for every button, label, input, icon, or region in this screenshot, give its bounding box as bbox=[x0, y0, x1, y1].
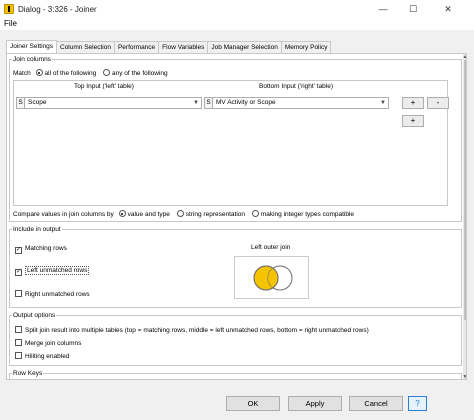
checkmark-icon: ✓ bbox=[15, 247, 22, 254]
row-keys-legend: Row Keys bbox=[13, 370, 43, 377]
output-options-legend: Output options bbox=[13, 312, 56, 319]
left-unmatched-label: Left unmatched rows bbox=[25, 266, 90, 275]
compare-label: Compare values in join columns by bbox=[13, 211, 114, 218]
empty-checkbox-icon bbox=[15, 352, 22, 359]
right-unmatched-label: Right unmatched rows bbox=[25, 291, 90, 298]
scrollbar-thumb[interactable] bbox=[464, 60, 466, 320]
hiliting-label: Hiliting enabled bbox=[25, 353, 70, 360]
include-output-legend: Include in output bbox=[13, 226, 61, 233]
add-row-button[interactable]: + bbox=[402, 115, 424, 127]
compare-value-type-radio[interactable]: value and type bbox=[118, 210, 170, 218]
merge-join-columns-label: Merge join columns bbox=[25, 340, 82, 347]
knime-app-icon bbox=[4, 4, 14, 14]
chevron-down-icon: ▼ bbox=[380, 100, 386, 106]
tab-joiner-settings[interactable]: Joiner Settings bbox=[6, 40, 57, 53]
radio-selected-icon bbox=[35, 69, 43, 76]
compare-integer-label: making integer types compatible bbox=[260, 211, 355, 218]
right-column-select[interactable]: S MV Activity or Scope ▼ bbox=[204, 97, 389, 109]
radio-unselected-icon bbox=[251, 210, 259, 217]
left-unmatched-checkbox[interactable]: ✓ Left unmatched rows bbox=[15, 266, 90, 276]
settings-panel: Join columns Match all of the following … bbox=[6, 53, 467, 380]
string-type-icon: S bbox=[17, 98, 25, 108]
radio-unselected-icon bbox=[176, 210, 184, 217]
matching-rows-label: Matching rows bbox=[25, 245, 67, 252]
add-after-row-button[interactable]: + bbox=[402, 97, 424, 109]
checkmark-icon: ✓ bbox=[15, 269, 22, 276]
tab-column-selection[interactable]: Column Selection bbox=[56, 41, 115, 53]
empty-checkbox-icon bbox=[15, 339, 22, 346]
window-title: Dialog - 3:326 - Joiner bbox=[18, 4, 97, 14]
radio-selected-icon bbox=[118, 210, 126, 217]
join-columns-legend: Join columns bbox=[13, 56, 51, 63]
matching-rows-checkbox[interactable]: ✓ Matching rows bbox=[15, 245, 67, 254]
close-button[interactable]: ✕ bbox=[435, 0, 461, 18]
remove-row-button[interactable]: - bbox=[427, 97, 449, 109]
row-keys-group: Row Keys bbox=[9, 370, 462, 379]
radio-unselected-icon bbox=[103, 69, 110, 76]
match-row: Match all of the following any of the fo… bbox=[13, 69, 168, 77]
match-all-radio[interactable]: all of the following bbox=[35, 69, 97, 77]
help-button[interactable]: ? bbox=[408, 396, 427, 411]
menu-file[interactable]: File bbox=[4, 19, 17, 28]
compare-row: Compare values in join columns by value … bbox=[13, 210, 354, 218]
right-unmatched-checkbox[interactable]: Right unmatched rows bbox=[15, 290, 90, 298]
compare-string-radio[interactable]: string representation bbox=[176, 210, 245, 218]
join-columns-table: Top Input ('left' table) Bottom Input ('… bbox=[13, 80, 449, 206]
hiliting-checkbox[interactable]: Hiliting enabled bbox=[15, 352, 69, 360]
join-type-label: Left outer join bbox=[251, 244, 291, 251]
join-venn-diagram bbox=[234, 256, 309, 299]
empty-checkbox-icon bbox=[15, 326, 22, 333]
match-all-label: all of the following bbox=[44, 70, 97, 77]
merge-join-columns-checkbox[interactable]: Merge join columns bbox=[15, 339, 81, 347]
match-any-label: any of the following bbox=[112, 70, 168, 77]
right-column-value: MV Activity or Scope bbox=[216, 99, 276, 106]
compare-integer-radio[interactable]: making integer types compatible bbox=[251, 210, 355, 218]
chevron-down-icon: ▼ bbox=[193, 100, 199, 106]
tab-performance[interactable]: Performance bbox=[113, 41, 160, 53]
cancel-button[interactable]: Cancel bbox=[349, 396, 403, 411]
menu-bar: File bbox=[0, 18, 474, 30]
apply-button[interactable]: Apply bbox=[288, 396, 342, 411]
scroll-up-icon[interactable]: ▲ bbox=[462, 54, 466, 60]
left-column-select[interactable]: S Scope ▼ bbox=[16, 97, 202, 109]
match-any-radio[interactable]: any of the following bbox=[103, 69, 168, 77]
compare-string-label: string representation bbox=[185, 211, 245, 218]
bottom-input-header: Bottom Input ('right' table) bbox=[259, 83, 334, 90]
split-output-checkbox[interactable]: Split join result into multiple tables (… bbox=[15, 326, 369, 334]
joiner-dialog: Dialog - 3:326 - Joiner — ☐ ✕ File Joine… bbox=[0, 0, 474, 420]
string-type-icon: S bbox=[205, 98, 213, 108]
minimize-button[interactable]: — bbox=[370, 0, 396, 18]
tab-memory-policy[interactable]: Memory Policy bbox=[280, 41, 332, 53]
venn-icon bbox=[253, 265, 293, 291]
top-input-header: Top Input ('left' table) bbox=[74, 83, 134, 90]
empty-checkbox-icon bbox=[15, 290, 22, 297]
left-column-value: Scope bbox=[28, 99, 47, 106]
maximize-button[interactable]: ☐ bbox=[400, 0, 426, 18]
split-output-label: Split join result into multiple tables (… bbox=[25, 327, 369, 334]
match-label: Match bbox=[13, 70, 31, 77]
title-bar[interactable]: Dialog - 3:326 - Joiner — ☐ ✕ bbox=[0, 0, 474, 18]
tab-job-manager-selection[interactable]: Job Manager Selection bbox=[207, 41, 282, 53]
scroll-down-icon[interactable]: ▼ bbox=[462, 374, 466, 379]
tab-strip: Joiner Settings Column Selection Perform… bbox=[6, 40, 332, 53]
ok-button[interactable]: OK bbox=[226, 396, 280, 411]
tab-flow-variables[interactable]: Flow Variables bbox=[158, 41, 209, 53]
compare-value-type-label: value and type bbox=[127, 211, 170, 218]
